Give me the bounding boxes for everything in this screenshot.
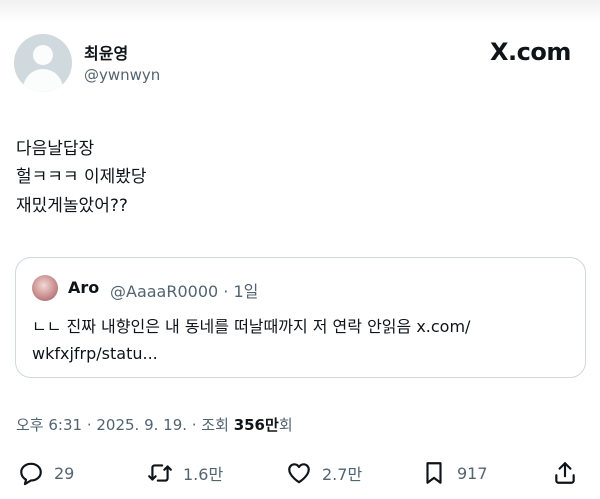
quoted-author-name: Aro (68, 278, 100, 297)
repost-icon (148, 464, 172, 482)
bookmark-count: 917 (457, 463, 488, 483)
author-handle[interactable]: @ywnwyn (84, 66, 160, 84)
share-icon (555, 462, 575, 484)
tweet-line: 재밌게놀았어?? (16, 196, 128, 216)
repost-button[interactable]: 1.6만 (147, 458, 223, 488)
tweet-meta: 오후 6:31 · 2025. 9. 19. · 조회 356만회 (16, 414, 293, 435)
view-count: 356만 (233, 416, 279, 434)
avatar-head-shape (33, 45, 53, 65)
top-fade (0, 0, 600, 22)
author-name[interactable]: 최윤영 (84, 40, 128, 64)
repost-count: 1.6만 (183, 465, 224, 484)
bookmark-button[interactable]: 917 (421, 458, 488, 488)
reply-count: 29 (54, 463, 75, 483)
like-count: 2.7만 (322, 465, 363, 484)
reply-icon (20, 462, 42, 486)
tweet-line: 다음날답장 (16, 139, 95, 159)
quoted-text: wkfxjfrp/statu... (32, 344, 158, 363)
reply-button[interactable]: 29 (18, 458, 74, 488)
share-button[interactable] (552, 458, 578, 488)
quoted-author-handle: @AaaaR0000 · 1일 (110, 282, 259, 301)
quoted-text: ㄴㄴ 진짜 내향인은 내 동네를 떠날때까지 저 연락 안읽음 x.com/ (32, 317, 471, 336)
x-logo: X.com (490, 38, 571, 66)
quoted-avatar (32, 275, 58, 301)
timestamp[interactable]: 오후 6:31 · 2025. 9. 19. · 조회 (16, 416, 234, 434)
like-button[interactable]: 2.7만 (286, 458, 362, 488)
quoted-tweet[interactable]: Aro @AaaaR0000 · 1일 ㄴㄴ 진짜 내향인은 내 동네를 떠날때… (15, 257, 586, 378)
heart-icon (288, 463, 310, 484)
tweet-line: 헐ㅋㅋㅋ 이제봤당 (16, 167, 147, 187)
view-suffix: 회 (278, 416, 293, 434)
bookmark-icon (426, 462, 442, 484)
avatar[interactable] (14, 34, 72, 92)
avatar-body-shape (23, 69, 63, 92)
